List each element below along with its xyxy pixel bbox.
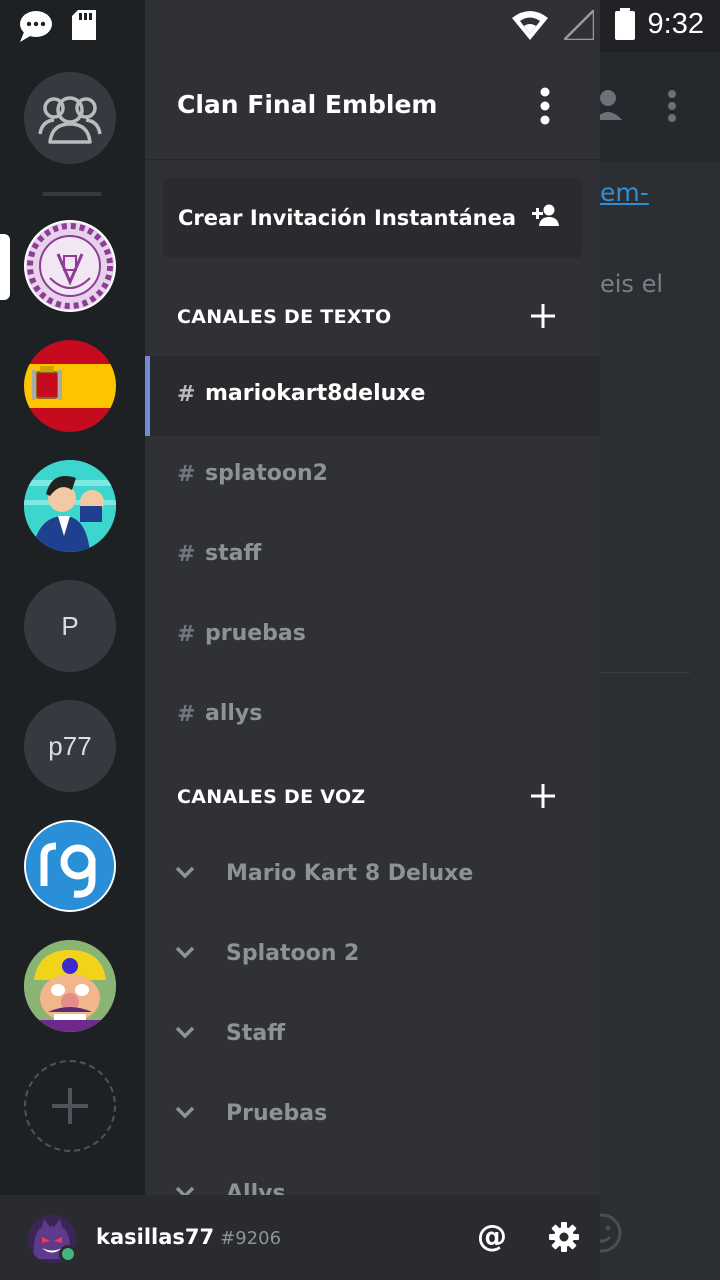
server-initial: p77: [48, 730, 92, 761]
voice-channel-name: Splatoon 2: [226, 941, 360, 966]
server-phoenix[interactable]: [24, 460, 116, 552]
online-status-badge: [59, 1245, 77, 1263]
hash-icon: #: [177, 702, 196, 727]
channel-name: staff: [205, 541, 262, 566]
server-initial: P: [61, 610, 79, 641]
person-add-icon: [532, 204, 559, 226]
voice-category-label[interactable]: CANALES DE VOZ: [177, 786, 366, 808]
final-emblem-logo: [26, 222, 114, 310]
active-server-indicator: [0, 234, 10, 300]
username-text: kasillas77: [96, 1225, 215, 1249]
hash-icon: #: [177, 382, 196, 407]
server-p[interactable]: P: [24, 580, 116, 672]
server-rail: P p77: [0, 52, 145, 1195]
phoenix-wright-image: [24, 460, 116, 552]
hash-icon: #: [177, 622, 196, 647]
chevron-down-icon: [175, 1106, 195, 1119]
chat-notification-icon: [20, 11, 52, 42]
hash-icon: #: [177, 462, 196, 487]
sd-card-icon: [72, 10, 96, 40]
voice-channel-allys[interactable]: Allys: [145, 1156, 600, 1195]
plus-icon: [52, 1088, 88, 1124]
server-spain[interactable]: [24, 340, 116, 432]
background-chat-header: [600, 52, 720, 162]
channel-name: mariokart8deluxe: [205, 381, 426, 406]
channel-staff[interactable]: # staff: [145, 516, 600, 596]
background-message: eis el: [600, 270, 663, 298]
friends-icon: [38, 96, 102, 144]
user-discriminator: #9206: [220, 1228, 282, 1249]
create-invite-label: Crear Invitación Instantánea: [178, 206, 517, 230]
create-invite-button[interactable]: Crear Invitación Instantánea: [163, 178, 582, 258]
friends-button[interactable]: [24, 72, 116, 164]
chevron-down-icon: [175, 946, 195, 959]
voice-channel-mario-kart[interactable]: Mario Kart 8 Deluxe: [145, 836, 600, 916]
gear-icon[interactable]: [548, 1221, 580, 1253]
emoji-icon: [600, 1213, 622, 1253]
channel-name: allys: [205, 701, 263, 726]
voice-channel-pruebas[interactable]: Pruebas: [145, 1076, 600, 1156]
voice-channel-name: Mario Kart 8 Deluxe: [226, 861, 474, 886]
wifi-icon: [512, 11, 548, 40]
server-final-emblem[interactable]: [24, 220, 116, 312]
username: kasillas77 #9206: [96, 1225, 281, 1249]
voice-channel-splatoon[interactable]: Splatoon 2: [145, 916, 600, 996]
channel-allys[interactable]: # allys: [145, 676, 600, 756]
chevron-down-icon: [175, 866, 195, 879]
server-rg[interactable]: [24, 820, 116, 912]
signal-icon: [564, 10, 594, 40]
voice-channel-staff[interactable]: Staff: [145, 996, 600, 1076]
channel-name: splatoon2: [205, 461, 328, 486]
at-icon: @: [477, 1219, 507, 1254]
channel-name: pruebas: [205, 621, 306, 646]
members-icon: [600, 90, 622, 120]
channel-splatoon2[interactable]: # splatoon2: [145, 436, 600, 516]
server-p77[interactable]: p77: [24, 700, 116, 792]
more-vertical-icon[interactable]: [533, 86, 557, 126]
user-bar: kasillas77 #9206 @: [0, 1195, 600, 1280]
guild-header[interactable]: Clan Final Emblem: [145, 52, 600, 160]
background-divider: [600, 672, 690, 673]
add-voice-channel-icon[interactable]: [531, 784, 555, 808]
wario-image: [24, 940, 116, 1032]
mentions-button[interactable]: @: [474, 1219, 510, 1255]
chevron-down-icon: [175, 1026, 195, 1039]
voice-channel-name: Pruebas: [226, 1101, 328, 1126]
channel-panel: Clan Final Emblem Crear Invitación Insta…: [145, 52, 600, 1195]
voice-channel-name: Staff: [226, 1021, 286, 1046]
background-link: em-: [600, 178, 649, 207]
server-wario[interactable]: [24, 940, 116, 1032]
background-chat: em- eis el: [600, 0, 720, 1280]
background-input-bar: [600, 1195, 720, 1280]
hash-icon: #: [177, 542, 196, 567]
channel-mariokart8deluxe[interactable]: # mariokart8deluxe: [145, 356, 600, 436]
text-category-label[interactable]: CANALES DE TEXTO: [177, 306, 392, 328]
spain-flag-image: [24, 340, 116, 432]
add-text-channel-icon[interactable]: [531, 304, 555, 328]
chevron-down-icon: [175, 1186, 195, 1195]
channel-pruebas[interactable]: # pruebas: [145, 596, 600, 676]
rail-divider: [42, 192, 102, 196]
voice-channel-name: Allys: [226, 1181, 286, 1195]
add-server-button[interactable]: [24, 1060, 116, 1152]
guild-name: Clan Final Emblem: [177, 90, 438, 119]
rg-logo: [26, 822, 114, 910]
more-vertical-icon: [668, 90, 676, 122]
